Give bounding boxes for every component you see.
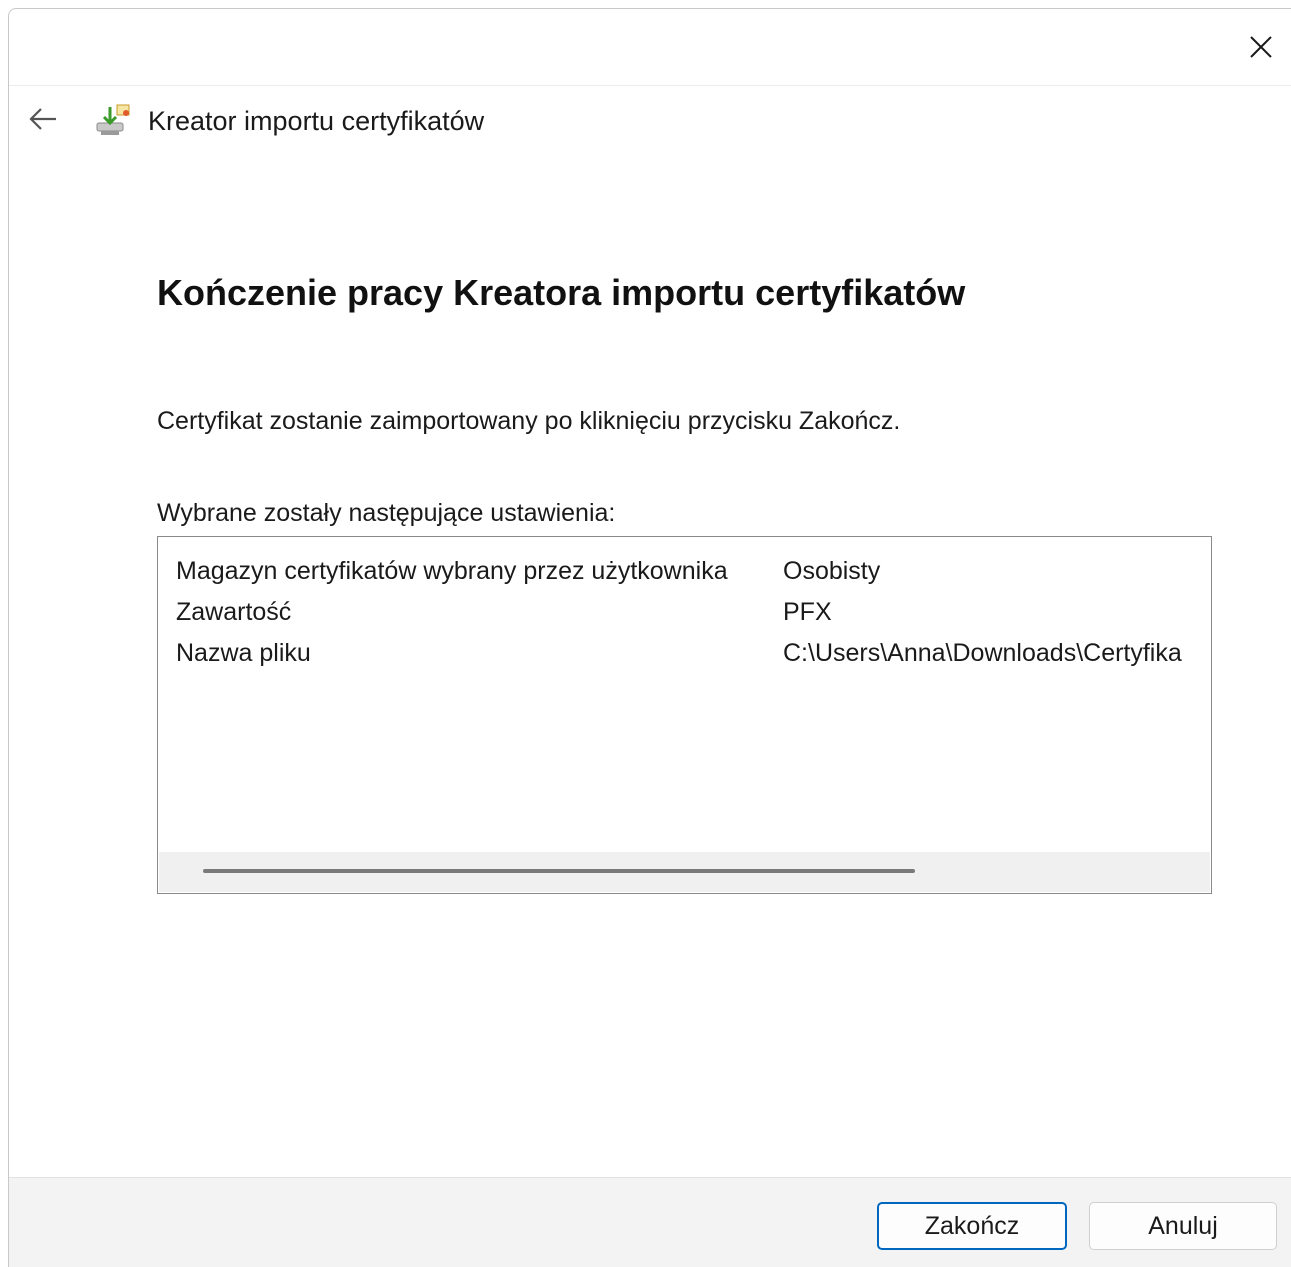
settings-row: Nazwa pliku C:\Users\Anna\Downloads\Cert… [158,633,1211,673]
finish-button[interactable]: Zakończ [877,1202,1067,1250]
back-arrow-icon [29,108,56,130]
settings-row: Magazyn certyfikatów wybrany przez użytk… [158,551,1211,591]
wizard-header: Kreator importu certyfikatów [9,87,1291,151]
cancel-button[interactable]: Anuluj [1089,1202,1277,1250]
setting-value: Osobisty [783,557,881,585]
horizontal-scrollbar[interactable] [159,852,1210,892]
setting-value: PFX [783,598,832,626]
scrollbar-thumb[interactable] [203,869,915,873]
setting-key: Magazyn certyfikatów wybrany przez użytk… [176,557,728,585]
wizard-window: Kreator importu certyfikatów Kończenie p… [8,8,1291,1267]
setting-key: Zawartość [176,598,292,626]
title-bar [9,9,1291,86]
back-button[interactable] [23,99,63,139]
wizard-title: Kreator importu certyfikatów [148,106,485,136]
close-icon [1250,36,1272,58]
info-text: Certyfikat zostanie zaimportowany po kli… [157,407,901,435]
settings-row: Zawartość PFX [158,592,1211,632]
page-heading: Kończenie pracy Kreatora importu certyfi… [157,272,966,313]
footer-bar: Zakończ Anuluj [9,1177,1291,1267]
settings-list[interactable]: Magazyn certyfikatów wybrany przez użytk… [157,536,1212,894]
setting-value: C:\Users\Anna\Downloads\Certyfika [783,639,1182,667]
certificate-wizard-icon [96,104,130,135]
settings-label: Wybrane zostały następujące ustawienia: [157,499,616,527]
setting-key: Nazwa pliku [176,639,311,667]
close-button[interactable] [1231,9,1291,85]
